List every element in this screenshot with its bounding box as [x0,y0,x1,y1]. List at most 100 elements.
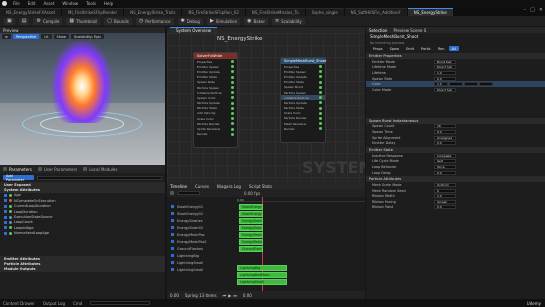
menu-edit[interactable]: Edit [24,1,40,6]
system-overview-graph[interactable]: NS_EnergyStrike SYSTEM SolverFxWhite Pro… [167,33,365,183]
fps-readout[interactable]: 0.00 fps [244,191,260,196]
detail-value[interactable]: Direct Set [434,65,456,70]
menu-window[interactable]: Window [58,1,82,6]
detail-value[interactable]: Screen [434,199,456,204]
track-row[interactable]: EnergyMeshPos [167,231,237,238]
tab-local-modules[interactable]: Local Modules [83,167,117,172]
preview-viewport[interactable] [0,33,165,165]
menu-help[interactable]: Help [100,1,117,6]
filter-props[interactable]: Props [370,46,386,51]
tab-energystrikefxasset[interactable]: NS_EnergyStrikeFXAsset [0,8,62,16]
content-drawer-button[interactable]: Content Drawer [3,301,35,306]
timeline-bar[interactable]: EnergySlash02 [239,225,263,231]
detail-value[interactable]: 0.0 [434,129,456,134]
detail-value[interactable]: Unaligned [434,135,456,140]
detail-value[interactable]: Complete [434,153,456,158]
tab-timeline[interactable]: Timeline [170,184,187,189]
unreal-logo-icon[interactable] [0,0,9,7]
section-module-outputs[interactable]: Module Outputs [0,266,165,273]
parameters-search-input[interactable] [37,175,162,180]
tab-energystrike[interactable]: NS_EnergyStrike [407,8,453,16]
detail-value[interactable]: 0.0 [434,76,456,81]
track-checkbox[interactable] [171,268,174,271]
debug-button[interactable]: ✱ Debug [177,17,203,25]
play-icon[interactable]: ▶ [228,293,231,298]
track-checkbox[interactable] [171,247,174,250]
timeline-search-input[interactable] [178,191,200,195]
tab-preview-scene[interactable]: Preview Scene S [393,28,426,33]
emitter-node-2[interactable]: SimpleMeshBurst_Shoot Properties Emitter… [280,57,326,143]
param-checkbox[interactable] [4,215,7,219]
tab-parameters[interactable]: Parameters [3,167,32,172]
tab-firestrike-missles[interactable]: NS_FireStrikeMissles_To [245,8,305,16]
track-row[interactable]: SlashEnergy01 [167,203,237,210]
tab-firestrike-render-02[interactable]: NS_FireStrikeSFlipRen_02 [182,8,245,16]
timeline-bar[interactable]: EnergyMeshPos2 [239,239,263,245]
param-checkbox[interactable] [4,220,7,224]
node-row[interactable]: Render [194,132,237,137]
viewport-menu-button[interactable]: ≡ [2,34,11,39]
tab-curves[interactable]: Curves [195,184,209,189]
param-checkbox[interactable] [4,204,7,208]
detail-value[interactable]: 0.0 [434,141,456,146]
tab-user-parameters[interactable]: User Parameters [37,167,77,172]
node-row[interactable]: Render [281,126,325,131]
track-checkbox[interactable] [171,240,174,243]
track-checkbox[interactable] [171,205,174,208]
performance-button[interactable]: ◷ Performance [135,17,174,25]
skip-forward-icon[interactable]: ⏭ [233,293,237,298]
track-checkbox[interactable] [171,254,174,257]
detail-value[interactable]: 1.0 [434,194,456,199]
detail-value[interactable]: Once [434,164,456,169]
show-button[interactable]: Show [53,34,69,39]
browse-button[interactable]: ▤ [18,17,30,25]
thumbnail-button[interactable]: ▦ Thumbnail [66,17,101,25]
lit-button[interactable]: Lit [41,34,52,39]
tab-softhit[interactable]: NS_SoftHitSFin_AdditionF [344,8,407,16]
scalability-button[interactable]: ≡ Scalability [271,17,305,25]
timeline-bar[interactable]: SlashEnergy01 [239,204,263,210]
param-checkbox[interactable] [4,226,7,230]
detail-value[interactable]: 1.0 [434,70,456,75]
track-checkbox[interactable] [171,212,174,215]
track-row[interactable]: EnergySlashes [167,217,237,224]
track-row[interactable]: LightningSmall [167,259,237,266]
detail-value[interactable]: 0 [434,188,456,193]
param-checkbox[interactable] [4,193,7,197]
param-checkbox[interactable] [4,231,7,235]
filter-emit[interactable]: Emit [403,46,418,51]
detail-value[interactable]: Burst fast [434,59,456,64]
perspective-button[interactable]: Perspective [12,34,40,39]
time-ruler[interactable]: 0.00 [237,197,365,202]
close-icon[interactable]: ✕ [539,7,543,13]
output-log-button[interactable]: Output Log [43,301,65,306]
cmd-button[interactable]: Cmd [73,301,82,306]
detail-value[interactable]: Self [434,159,456,164]
console-input[interactable] [90,301,151,305]
minimize-icon[interactable]: – [524,7,527,13]
timeline-bar[interactable]: EnergyMeshPos [239,232,263,238]
param-checkbox[interactable] [4,210,7,214]
tab-selection[interactable]: Selection [369,28,387,33]
maximize-icon[interactable]: □ [530,7,535,13]
detail-value-g[interactable] [449,82,463,87]
timeline-bar[interactable]: LightningSmall [237,279,287,285]
track-checkbox[interactable] [171,233,174,236]
tab-firestrike-render[interactable]: MI_FireStrikeSFlipRender [62,8,124,16]
track-row[interactable]: LightningSmall [167,266,237,273]
filter-all[interactable]: All [448,46,459,51]
track-row[interactable]: SlashEnergy02 [167,210,237,217]
save-button[interactable]: ▣ [4,17,15,25]
track-checkbox[interactable] [171,226,174,229]
track-checkbox[interactable] [171,261,174,264]
track-checkbox[interactable] [171,219,174,222]
filter-particle[interactable]: Partic [418,46,434,51]
timeline-bar[interactable]: GroundFlashes [239,246,263,252]
detail-value-a[interactable] [479,82,493,87]
emitter-node-1[interactable]: SolverFxWhite Properties Emitter Spawn E… [193,52,238,148]
detail-value[interactable]: 16 [434,124,456,129]
tab-energystrike-trails[interactable]: NS_EnergyStrike_Trails [124,8,182,16]
add-parameter-button[interactable]: Add Parameter [3,174,35,182]
detail-value[interactable]: Uniform [434,183,456,188]
tab-niagara-log[interactable]: Niagara Log [217,184,241,189]
